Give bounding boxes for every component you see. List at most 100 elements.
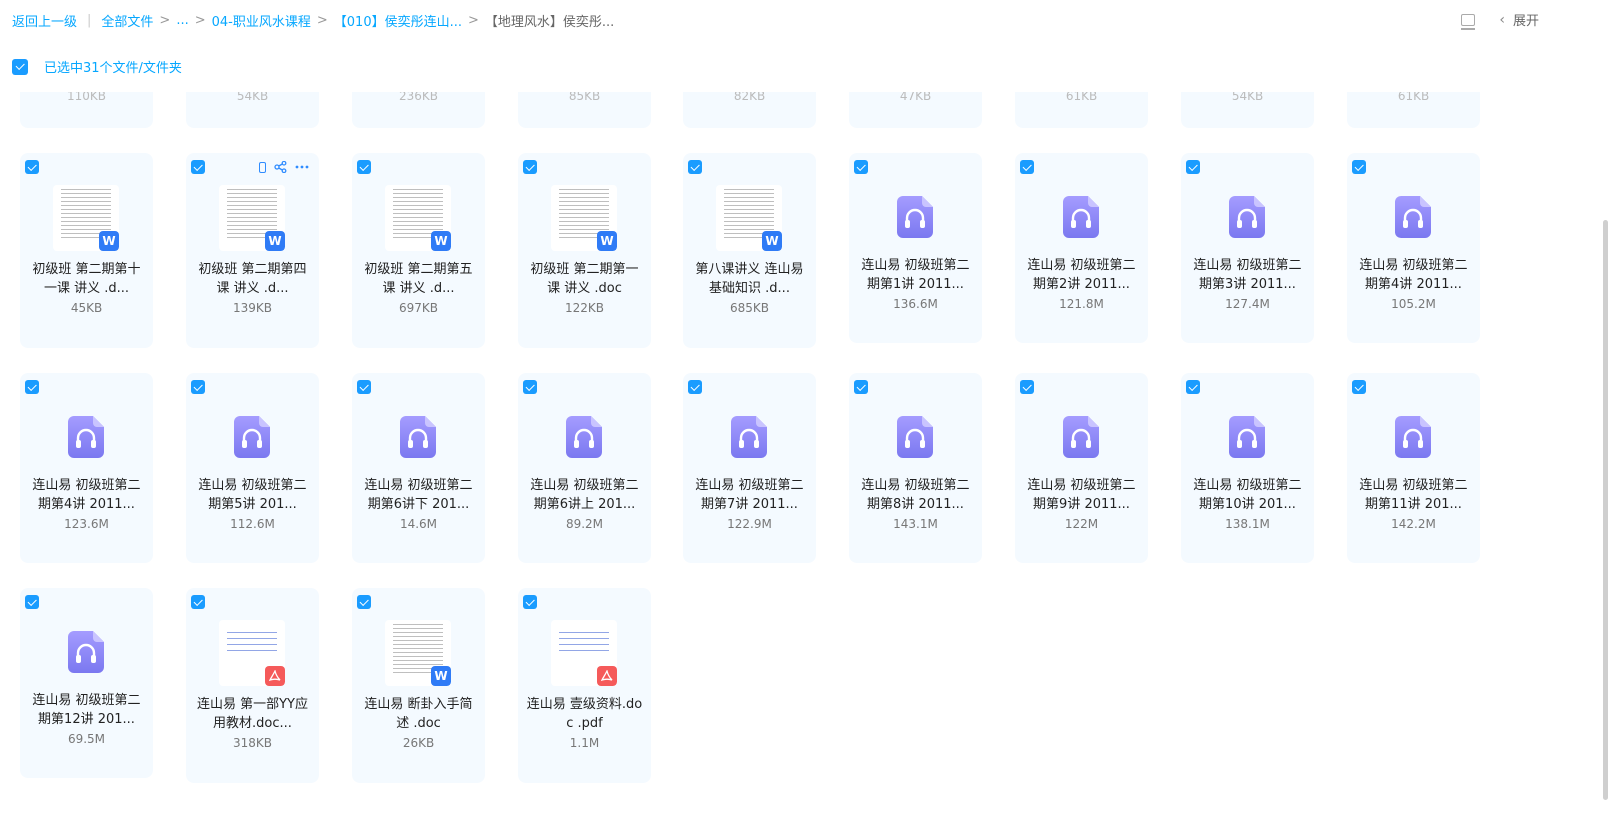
file-card[interactable]: 连山易 初级班第二期第6讲下 201... 14.6M [352,373,485,563]
share-icon[interactable] [274,161,287,173]
file-thumbnail: W [385,185,451,251]
file-size: 61KB [1397,92,1430,103]
breadcrumb-subfolder[interactable]: 【010】侯奕彤连山... [334,11,462,30]
file-card-partial[interactable]: 110KB [20,92,153,128]
file-card-partial[interactable]: 47KB [849,92,982,128]
file-name: 连山易 初级班第二期第3讲 2011... [1193,258,1302,292]
file-card[interactable]: 连山易 初级班第二期第4讲 2011... 105.2M [1347,153,1480,343]
file-checkbox[interactable] [523,595,537,609]
file-card[interactable]: 连山易 初级班第二期第1讲 2011... 136.6M [849,153,982,343]
file-size: 121.8M [1059,297,1104,311]
file-name: 初级班 第二期第一课 讲义 .doc [530,262,639,296]
file-checkbox[interactable] [25,380,39,394]
file-name: 连山易 初级班第二期第8讲 2011... [861,478,970,512]
file-checkbox[interactable] [357,595,371,609]
file-card[interactable]: 连山易 初级班第二期第4讲 2011... 123.6M [20,373,153,563]
file-card[interactable]: W 连山易 断卦入手简述 .doc 26KB [352,588,485,783]
file-checkbox[interactable] [854,380,868,394]
file-card[interactable]: W 初级班 第二期第一课 讲义 .doc 122KB [518,153,651,348]
file-name: 初级班 第二期第五课 讲义 .d... [364,262,473,296]
file-size: 61KB [1065,92,1098,103]
file-checkbox[interactable] [191,160,205,174]
file-card[interactable]: 连山易 初级班第二期第3讲 2011... 127.4M [1181,153,1314,343]
file-card-partial[interactable]: 82KB [683,92,816,128]
file-card[interactable]: W 初级班 第二期第五课 讲义 .d... 697KB [352,153,485,348]
scrollbar[interactable] [1601,92,1609,825]
file-card[interactable]: W 初级班 第二期第四课 讲义 .d... 139KB [186,153,319,348]
file-size: 122.9M [727,517,772,531]
scrollbar-thumb[interactable] [1603,220,1608,800]
file-size: 143.1M [893,517,938,531]
file-card[interactable]: 连山易 壹级资料.doc .pdf 1.1M [518,588,651,783]
breadcrumb-ellipsis[interactable]: ... [176,13,188,28]
file-checkbox[interactable] [854,160,868,174]
expand-button[interactable]: ‹ 展开 [1499,10,1539,30]
back-link[interactable]: 返回上一级 [12,11,77,30]
headphones-icon [566,416,602,458]
file-checkbox[interactable] [357,380,371,394]
file-card[interactable]: 连山易 初级班第二期第9讲 2011... 122M [1015,373,1148,563]
file-checkbox[interactable] [25,595,39,609]
file-card-partial[interactable]: 236KB [352,92,485,128]
breadcrumb-separator: > [316,12,328,28]
file-card-partial[interactable]: 54KB [1181,92,1314,128]
file-checkbox[interactable] [1020,160,1034,174]
file-checkbox[interactable] [1186,160,1200,174]
file-card-partial[interactable]: 54KB [186,92,319,128]
file-card[interactable]: W 第八课讲义 连山易基础知识 .d... 685KB [683,153,816,348]
file-checkbox[interactable] [191,595,205,609]
file-thumbnail: W [53,185,119,251]
file-card[interactable]: 连山易 初级班第二期第10讲 201... 138.1M [1181,373,1314,563]
file-size: 123.6M [64,517,109,531]
file-name: 连山易 初级班第二期第6讲上 201... [530,478,639,512]
file-checkbox[interactable] [357,160,371,174]
document-preview-lines [559,632,609,656]
file-card[interactable]: 连山易 初级班第二期第7讲 2011... 122.9M [683,373,816,563]
file-size: 1.1M [569,736,600,750]
file-card[interactable]: 连山易 初级班第二期第12讲 201... 69.5M [20,588,153,778]
file-card[interactable]: 连山易 初级班第二期第8讲 2011... 143.1M [849,373,982,563]
file-card-partial[interactable]: 61KB [1347,92,1480,128]
file-card-partial[interactable]: 61KB [1015,92,1148,128]
file-checkbox[interactable] [25,160,39,174]
word-file-icon: W [597,231,617,251]
more-options-icon[interactable] [295,165,309,169]
file-card-partial[interactable]: 85KB [518,92,651,128]
file-name: 连山易 初级班第二期第1讲 2011... [861,258,970,292]
file-name: 连山易 初级班第二期第12讲 201... [32,693,141,727]
layout-toggle-icon[interactable] [1461,13,1476,30]
breadcrumb-course[interactable]: 04-职业风水课程 [212,11,311,30]
file-checkbox[interactable] [1020,380,1034,394]
breadcrumb-all-files[interactable]: 全部文件 [101,11,153,30]
headphones-icon [1063,196,1099,238]
file-name: 连山易 初级班第二期第4讲 2011... [1359,258,1468,292]
select-all-checkbox[interactable] [12,58,28,75]
file-checkbox[interactable] [1352,160,1366,174]
file-size: 138.1M [1225,517,1270,531]
file-card[interactable]: 连山易 初级班第二期第11讲 201... 142.2M [1347,373,1480,563]
file-card[interactable]: W 初级班 第二期第十一课 讲义 .d... 45KB [20,153,153,348]
file-size: 14.6M [399,517,438,531]
file-name: 连山易 壹级资料.doc .pdf [526,697,643,731]
file-checkbox[interactable] [523,160,537,174]
phone-icon[interactable] [259,161,266,173]
chevron-left-icon: ‹ [1499,11,1505,28]
file-thumbnail: W [551,185,617,251]
file-card[interactable]: 连山易 初级班第二期第2讲 2011... 121.8M [1015,153,1148,343]
headphones-icon [234,416,270,458]
headphones-icon [1229,416,1265,458]
file-checkbox[interactable] [1186,380,1200,394]
file-size: 122M [1064,517,1099,531]
file-card[interactable]: 连山易 初级班第二期第5讲 201... 112.6M [186,373,319,563]
file-checkbox[interactable] [688,380,702,394]
file-checkbox[interactable] [1352,380,1366,394]
file-checkbox[interactable] [191,380,205,394]
file-card[interactable]: 连山易 第一部YY应用教材.doc... 318KB [186,588,319,783]
file-card[interactable]: 连山易 初级班第二期第6讲上 201... 89.2M [518,373,651,563]
selection-bar: 已选中31个文件/文件夹 [12,57,182,76]
file-name: 连山易 断卦入手简述 .doc [364,697,473,731]
headphones-icon [68,631,104,673]
file-checkbox[interactable] [523,380,537,394]
headphones-icon [731,416,767,458]
file-checkbox[interactable] [688,160,702,174]
